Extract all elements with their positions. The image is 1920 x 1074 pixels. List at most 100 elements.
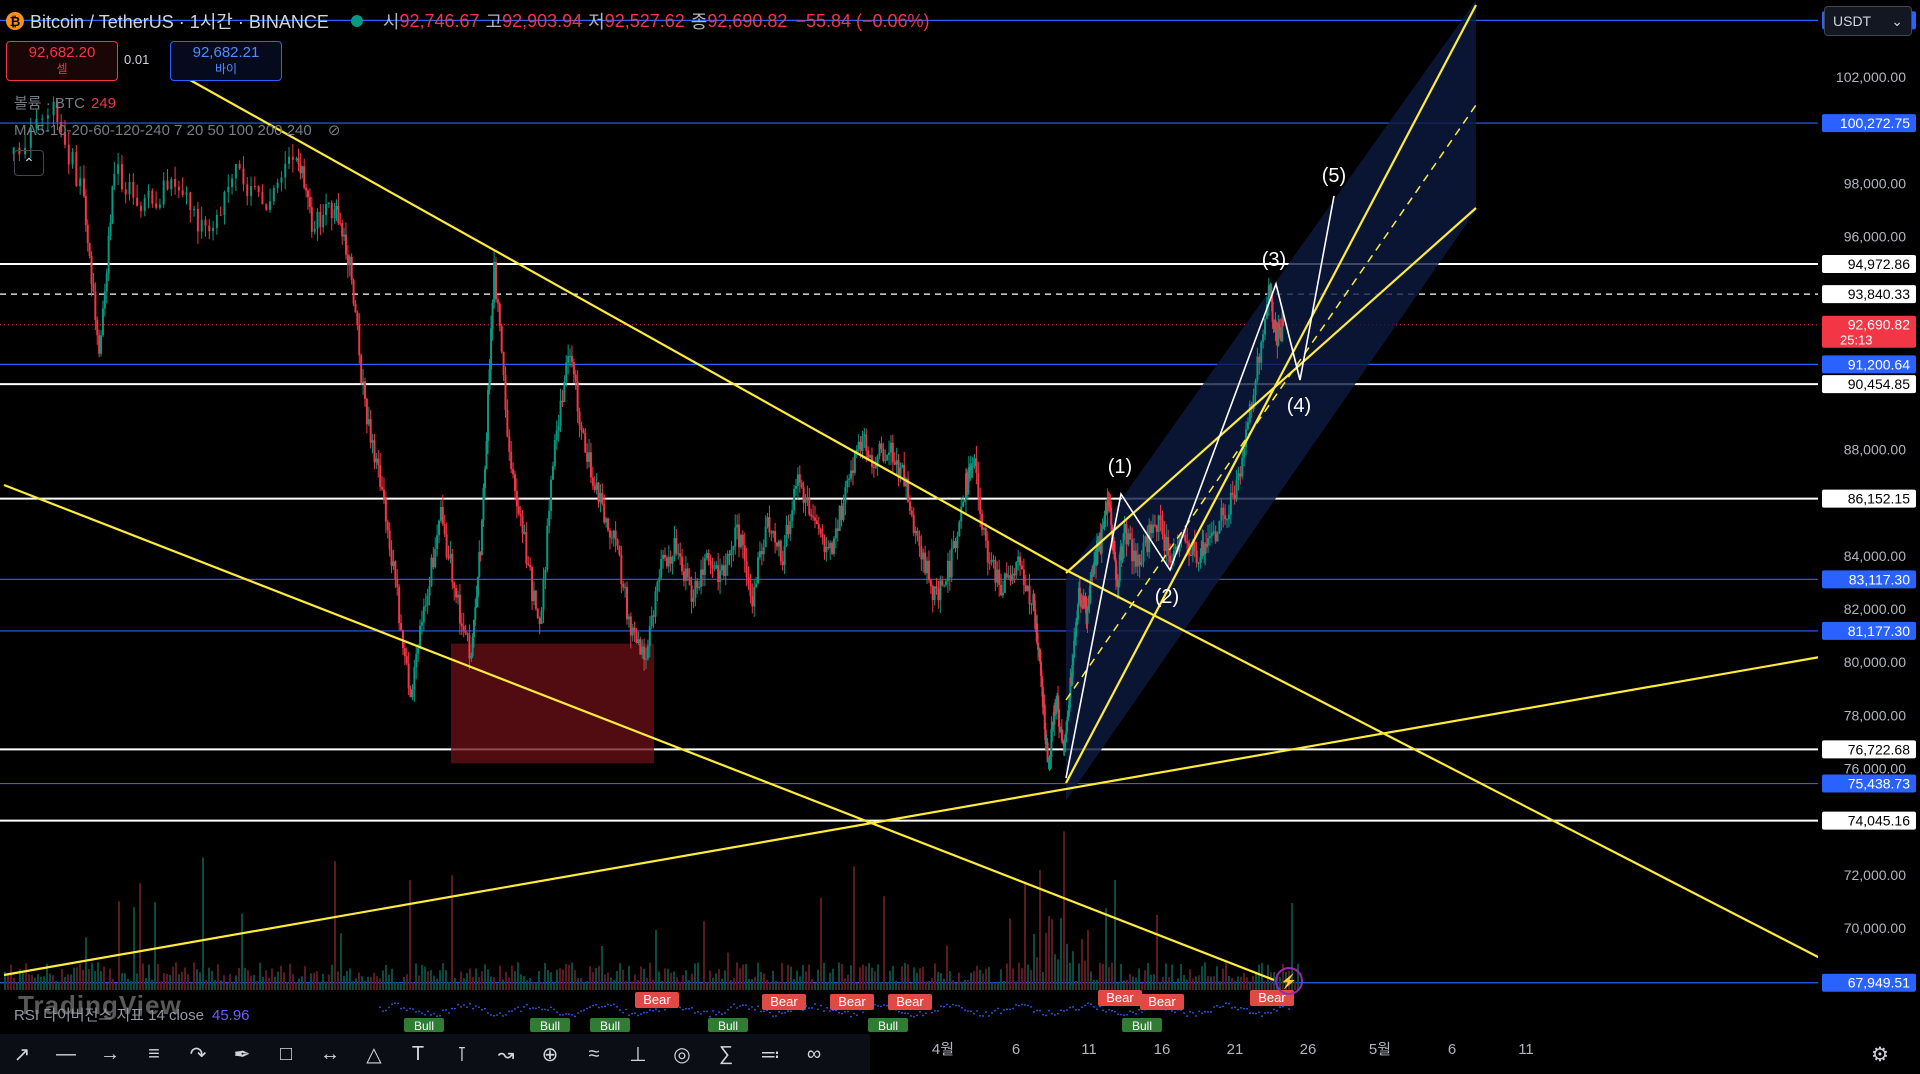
magnet-icon[interactable]: ∞ bbox=[792, 1034, 836, 1074]
sell-button[interactable]: 92,682.20 셀 bbox=[6, 41, 118, 81]
head-shoulders-icon[interactable]: ⊥ bbox=[616, 1034, 660, 1074]
elliott-wave-icon[interactable]: ≈ bbox=[572, 1034, 616, 1074]
candle-body bbox=[1197, 562, 1200, 564]
candle-body bbox=[553, 440, 556, 467]
anchored-text-icon[interactable]: ⊺ bbox=[440, 1034, 484, 1074]
volume-bar bbox=[850, 965, 852, 990]
candle-body bbox=[766, 517, 769, 527]
rectangle-icon[interactable]: □ bbox=[264, 1034, 308, 1074]
candle-body bbox=[1127, 533, 1130, 545]
candle-body bbox=[578, 411, 581, 426]
volume-bar bbox=[688, 980, 690, 990]
long-position-icon[interactable]: ↝ bbox=[484, 1034, 528, 1074]
candle-body bbox=[1132, 550, 1135, 562]
cursor-line-icon[interactable]: ↗ bbox=[0, 1034, 44, 1074]
fib-icon[interactable]: ∑ bbox=[704, 1034, 748, 1074]
ma-indicator[interactable]: MA5-10-20-60-120-240 7 20 50 100 200 240… bbox=[14, 121, 340, 139]
flash-icon[interactable]: ⚡ bbox=[1275, 967, 1303, 995]
candle-body bbox=[1195, 550, 1198, 563]
buy-button[interactable]: 92,682.21 바이 bbox=[170, 41, 282, 81]
candle-body bbox=[711, 564, 714, 569]
text-icon[interactable]: T bbox=[396, 1034, 440, 1074]
currency-select[interactable]: USDT ⌄ bbox=[1824, 6, 1912, 36]
ray-icon[interactable]: → bbox=[88, 1034, 132, 1074]
cycle-icon[interactable]: ◎ bbox=[660, 1034, 704, 1074]
candle-body bbox=[466, 633, 469, 635]
volume-bar bbox=[331, 964, 333, 990]
candle-body bbox=[992, 559, 995, 561]
candle-body bbox=[565, 362, 568, 382]
candle-body bbox=[101, 308, 104, 336]
candle-body bbox=[667, 556, 670, 567]
candle-body bbox=[447, 557, 450, 559]
rsi-point bbox=[913, 1015, 915, 1018]
candle-body bbox=[931, 585, 934, 601]
abcd-pattern-icon[interactable]: ⊕ bbox=[528, 1034, 572, 1074]
volume-bar bbox=[214, 980, 216, 990]
candle-body bbox=[86, 224, 89, 243]
candle-body bbox=[643, 646, 646, 660]
candle-body bbox=[741, 534, 744, 546]
candle-body bbox=[861, 435, 864, 451]
volume-bar bbox=[313, 972, 315, 990]
candle-body bbox=[893, 462, 896, 465]
candle-body bbox=[234, 164, 237, 179]
rsi-point bbox=[1078, 1008, 1080, 1011]
volume-bar bbox=[25, 963, 27, 990]
rsi-point bbox=[709, 1015, 711, 1018]
rsi-point bbox=[391, 1003, 393, 1006]
volume-bar bbox=[400, 983, 402, 990]
volume-bar bbox=[1024, 882, 1026, 990]
forecast-icon[interactable]: ≕ bbox=[748, 1034, 792, 1074]
symbol-title[interactable]: Bitcoin / TetherUS · 1시간 · BINANCE bbox=[30, 8, 329, 34]
volume-bar bbox=[613, 980, 615, 990]
volume-bar bbox=[625, 980, 627, 990]
rsi-point bbox=[1120, 1013, 1122, 1016]
volume-bar bbox=[973, 971, 975, 990]
rsi-point bbox=[775, 1015, 777, 1017]
candle-body bbox=[488, 369, 491, 390]
price-label: 86,152.15 bbox=[1848, 491, 1910, 507]
price-axis-tick: 82,000.00 bbox=[1844, 601, 1906, 617]
volume-bar bbox=[109, 968, 111, 990]
pitchfork-icon[interactable]: ↷ bbox=[176, 1034, 220, 1074]
chart-canvas[interactable]: (1) (2) (3) (4) (5) Bear Bear Bear Bear Bear Bear B… bbox=[0, 0, 1920, 1074]
volume-bar bbox=[325, 981, 327, 990]
brush-icon[interactable]: ✒ bbox=[220, 1034, 264, 1074]
rsi-point bbox=[385, 1009, 387, 1012]
candle-body bbox=[758, 551, 761, 558]
candle-body bbox=[584, 432, 587, 453]
eye-hidden-icon[interactable]: ⊘ bbox=[328, 122, 341, 139]
measure-icon[interactable]: ↔ bbox=[308, 1034, 352, 1074]
candle-body bbox=[812, 516, 815, 518]
candle-body bbox=[487, 389, 490, 441]
volume-bar bbox=[859, 967, 861, 990]
volume-bar bbox=[685, 970, 687, 990]
xabcd-pattern-icon[interactable]: △ bbox=[352, 1034, 396, 1074]
rsi-point bbox=[742, 1004, 744, 1007]
volume-bar bbox=[889, 970, 891, 990]
candle-body bbox=[1028, 585, 1031, 605]
candle-body bbox=[593, 485, 596, 490]
candle-body bbox=[834, 528, 837, 539]
rsi-indicator[interactable]: RSI 다이버전스 지표 14 close 45.96 bbox=[14, 1004, 250, 1025]
rsi-value: 45.96 bbox=[211, 1007, 250, 1024]
volume-bar bbox=[1069, 962, 1071, 990]
horizontal-line-icon[interactable]: — bbox=[44, 1034, 88, 1074]
volume-indicator[interactable]: 볼륨 · BTC 249 bbox=[14, 92, 116, 113]
candle-body bbox=[348, 256, 351, 266]
volume-bar bbox=[550, 972, 552, 990]
candle-body bbox=[688, 577, 691, 586]
volume-bar bbox=[364, 980, 366, 990]
rsi-point bbox=[493, 1014, 495, 1017]
candle-body bbox=[751, 596, 754, 607]
candle-body bbox=[472, 619, 475, 637]
collapse-indicators-button[interactable]: ⌃ bbox=[14, 150, 44, 176]
rsi-point bbox=[1069, 1006, 1071, 1009]
rsi-point bbox=[466, 1006, 468, 1009]
candle-body bbox=[75, 152, 78, 187]
gear-icon[interactable]: ⚙ bbox=[1862, 1036, 1898, 1072]
candle-body bbox=[1237, 473, 1240, 481]
volume-bar bbox=[1087, 929, 1089, 990]
parallel-channel-icon[interactable]: ≡ bbox=[132, 1034, 176, 1074]
